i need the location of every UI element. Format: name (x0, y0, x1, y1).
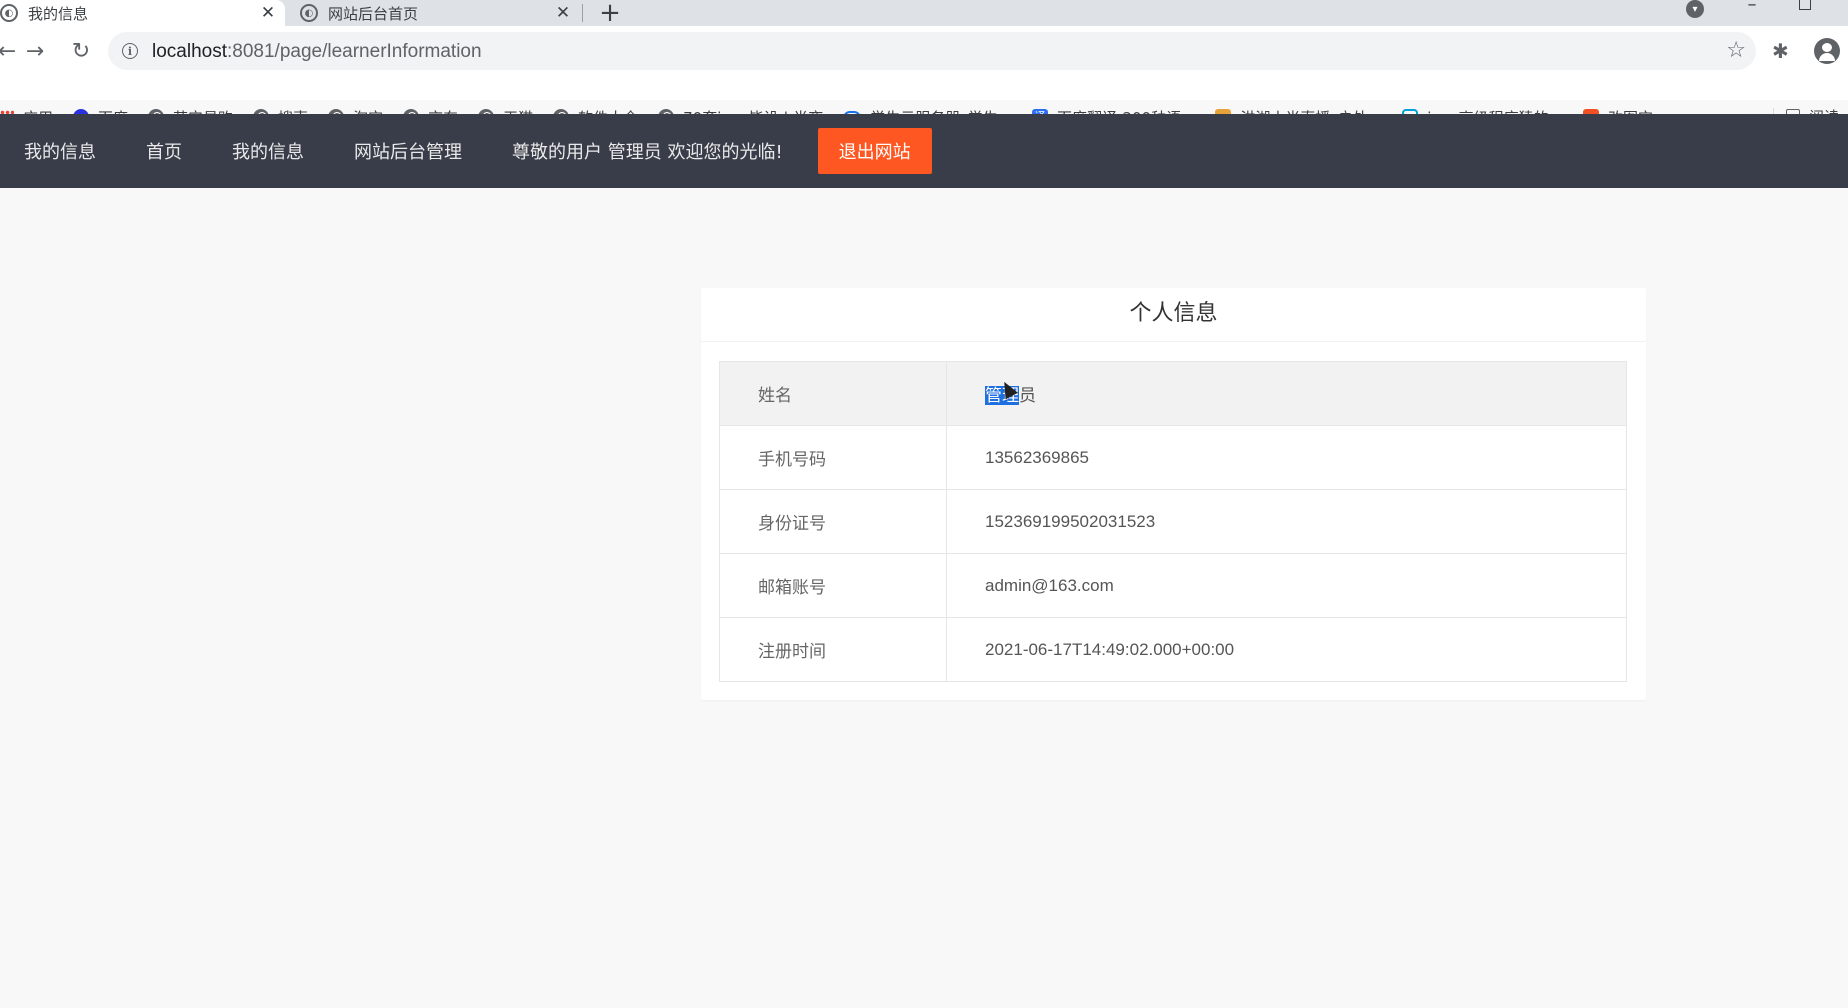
reload-button[interactable]: ↻ (66, 36, 96, 66)
minimize-button[interactable]: – (1742, 0, 1762, 15)
globe-icon: ◐ (0, 4, 18, 22)
profile-avatar[interactable] (1814, 38, 1840, 64)
url-text[interactable]: localhost:8081/page/learnerInformation (152, 41, 482, 63)
close-icon[interactable]: ✕ (550, 3, 576, 23)
row-label: 手机号码 (719, 425, 947, 490)
row-value: 152369199502031523 (946, 489, 1627, 554)
tab-title: 网站后台首页 (328, 4, 419, 23)
row-value: 管理员 (946, 361, 1627, 426)
address-bar[interactable]: i localhost:8081/page/learnerInformation… (108, 32, 1756, 70)
row-value: 13562369865 (946, 425, 1627, 490)
back-button[interactable]: ← (0, 36, 22, 66)
table-row: 注册时间 2021-06-17T14:49:02.000+00:00 (719, 617, 1627, 682)
logout-button[interactable]: 退出网站 (817, 128, 932, 174)
value-rest: 员 (1019, 386, 1036, 405)
table-row: 姓名 管理员 (719, 361, 1627, 426)
info-table: 姓名 管理员 手机号码 13562369865 身份证号 15236919950… (719, 361, 1627, 682)
row-value: admin@163.com (946, 553, 1627, 618)
bookmark-star-icon[interactable]: ☆ (1726, 38, 1746, 63)
tab-separator (582, 4, 583, 22)
forward-button[interactable]: → (20, 36, 50, 66)
personal-info-card: 个人信息 姓名 管理员 手机号码 13562369865 身份证号 152369… (701, 288, 1646, 700)
row-label: 身份证号 (719, 489, 947, 554)
url-path: :8081/page/learnerInformation (227, 41, 482, 62)
table-row: 邮箱账号 admin@163.com (719, 553, 1627, 618)
site-nav: 我的信息 首页 我的信息 网站后台管理 尊敬的用户 管理员 欢迎您的光临! 退出… (0, 114, 1848, 188)
maximize-button[interactable] (1799, 0, 1811, 10)
tab-search-icon[interactable]: ▾ (1686, 0, 1704, 18)
row-label: 注册时间 (719, 617, 947, 682)
table-row: 身份证号 152369199502031523 (719, 489, 1627, 554)
close-icon[interactable]: ✕ (255, 3, 281, 23)
browser-tab-inactive[interactable]: ◐ 网站后台首页 ✕ (290, 0, 580, 26)
row-value: 2021-06-17T14:49:02.000+00:00 (946, 617, 1627, 682)
browser-toolbar: ← → ↻ i localhost:8081/page/learnerInfor… (0, 26, 1848, 127)
new-tab-button[interactable]: + (597, 0, 623, 28)
row-label: 姓名 (719, 361, 947, 426)
url-host: localhost (152, 41, 227, 62)
card-title: 个人信息 (701, 288, 1646, 342)
table-row: 手机号码 13562369865 (719, 425, 1627, 490)
row-label: 邮箱账号 (719, 553, 947, 618)
nav-admin[interactable]: 网站后台管理 (354, 138, 462, 164)
tab-title: 我的信息 (28, 4, 89, 23)
site-info-icon[interactable]: i (122, 43, 138, 59)
welcome-text: 尊敬的用户 管理员 欢迎您的光临! (512, 142, 783, 163)
browser-tab-active[interactable]: ◐ 我的信息 ✕ (0, 0, 285, 26)
nav-my-info-brand[interactable]: 我的信息 (24, 138, 96, 164)
nav-my-info[interactable]: 我的信息 (232, 138, 304, 164)
extensions-icon[interactable]: ✱ (1772, 39, 1789, 63)
globe-icon: ◐ (300, 4, 318, 22)
browser-tabstrip: ◐ 我的信息 ✕ ◐ 网站后台首页 ✕ + ▾ – (0, 0, 1848, 28)
nav-home[interactable]: 首页 (146, 138, 182, 164)
